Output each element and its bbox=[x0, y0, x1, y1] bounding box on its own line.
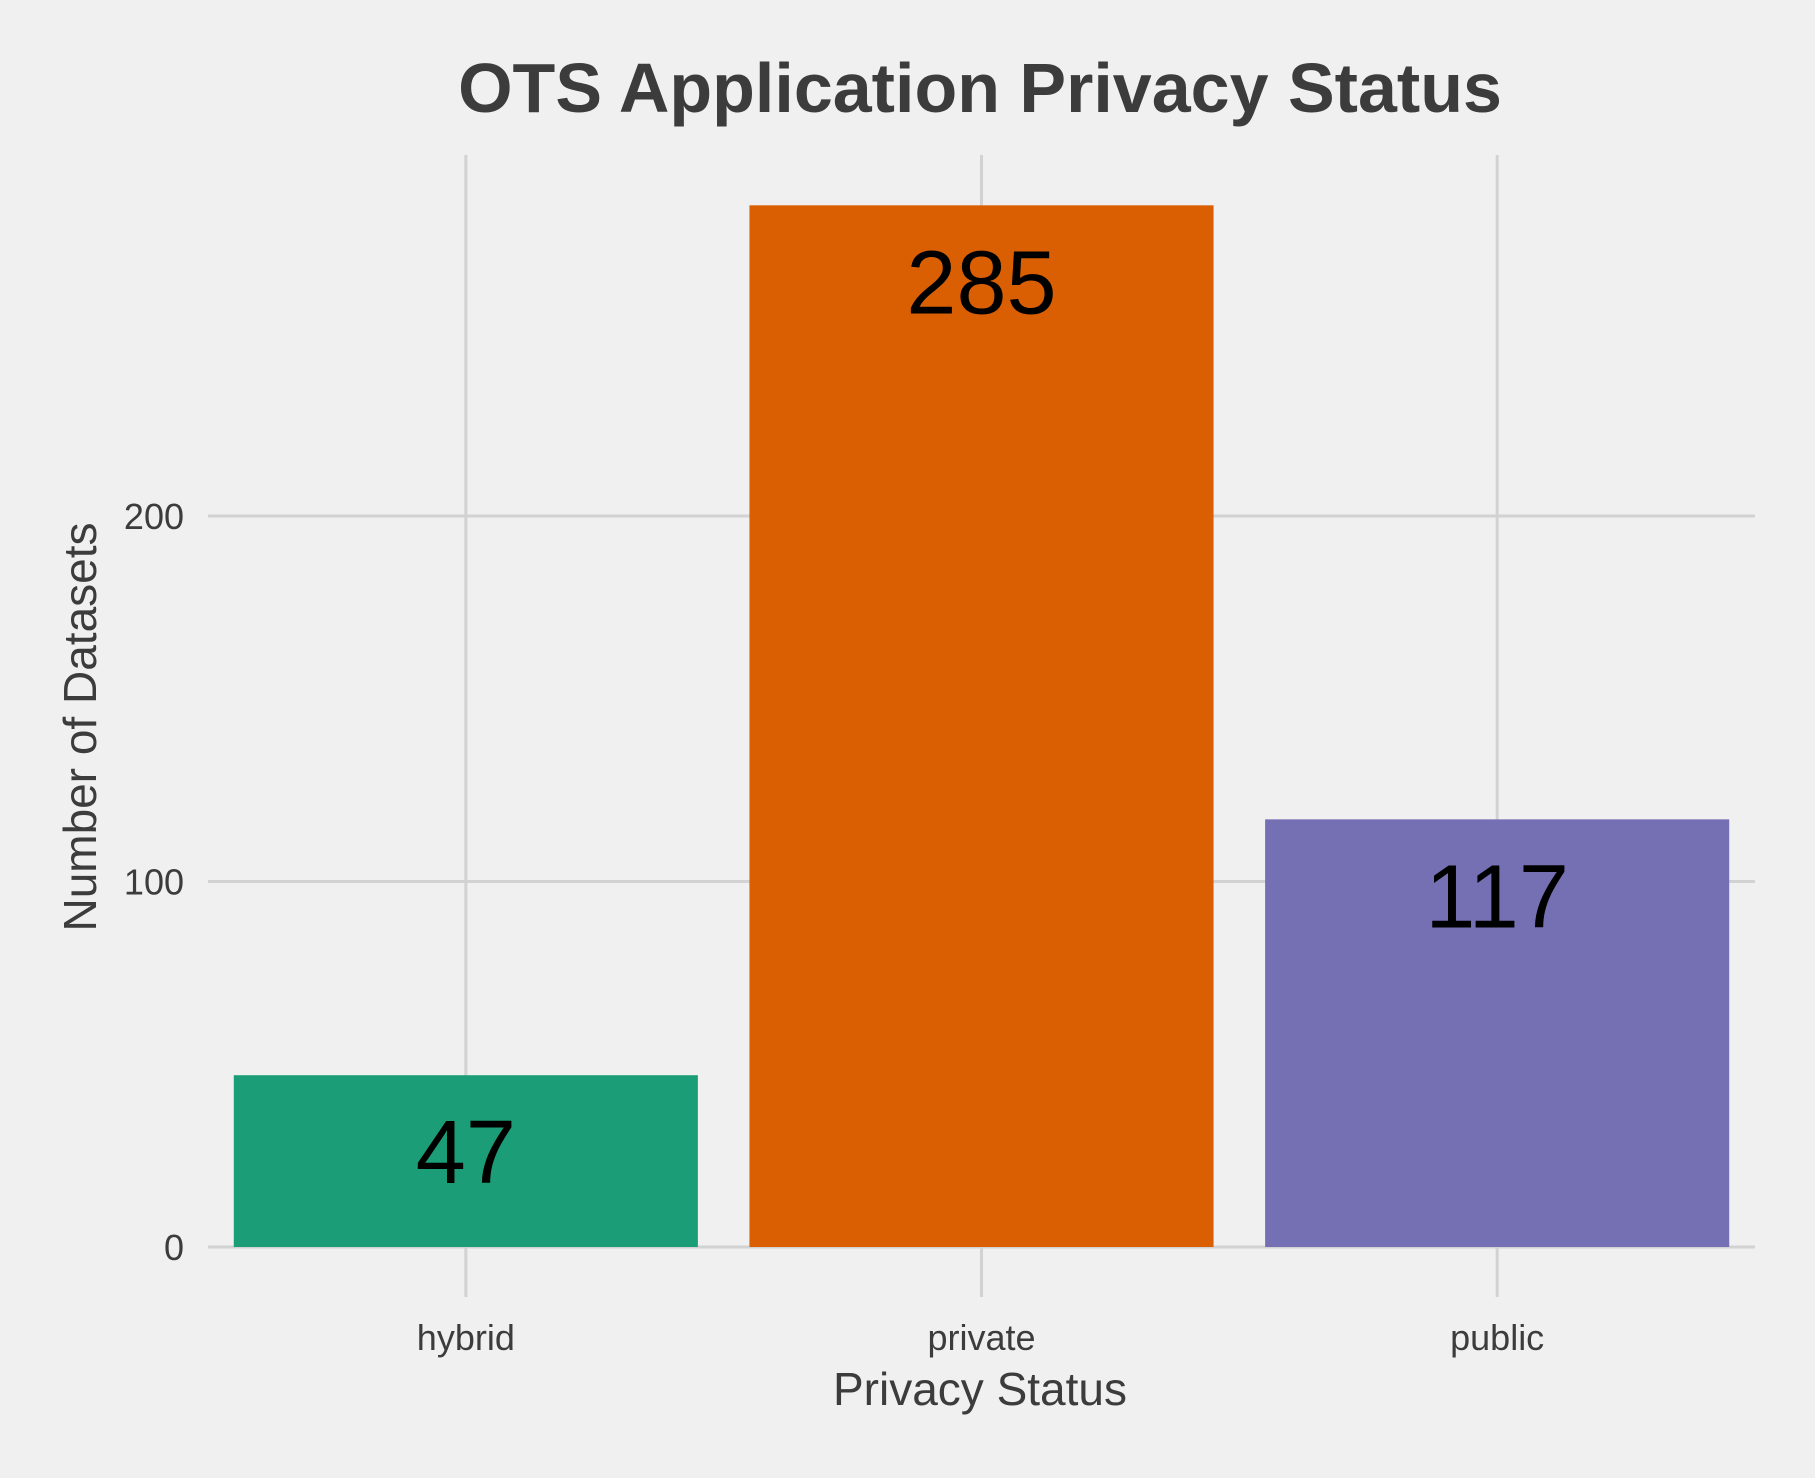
data-label-private: 285 bbox=[906, 233, 1056, 333]
x-tick-label-private: private bbox=[927, 1317, 1035, 1358]
y-tick-label: 200 bbox=[124, 496, 184, 537]
y-axis-title: Number of Datasets bbox=[54, 522, 106, 931]
x-tick-label-hybrid: hybrid bbox=[417, 1317, 515, 1358]
y-tick-label: 100 bbox=[124, 862, 184, 903]
x-axis-title: Privacy Status bbox=[833, 1363, 1127, 1415]
y-tick-label: 0 bbox=[164, 1227, 184, 1268]
bar-private bbox=[749, 205, 1214, 1248]
data-label-public: 117 bbox=[1425, 847, 1568, 947]
x-tick-label-public: public bbox=[1450, 1317, 1544, 1358]
bar-chart: OTS Application Privacy Status 47285117 … bbox=[0, 0, 1815, 1478]
data-label-hybrid: 47 bbox=[416, 1103, 516, 1203]
chart-title: OTS Application Privacy Status bbox=[458, 49, 1502, 127]
